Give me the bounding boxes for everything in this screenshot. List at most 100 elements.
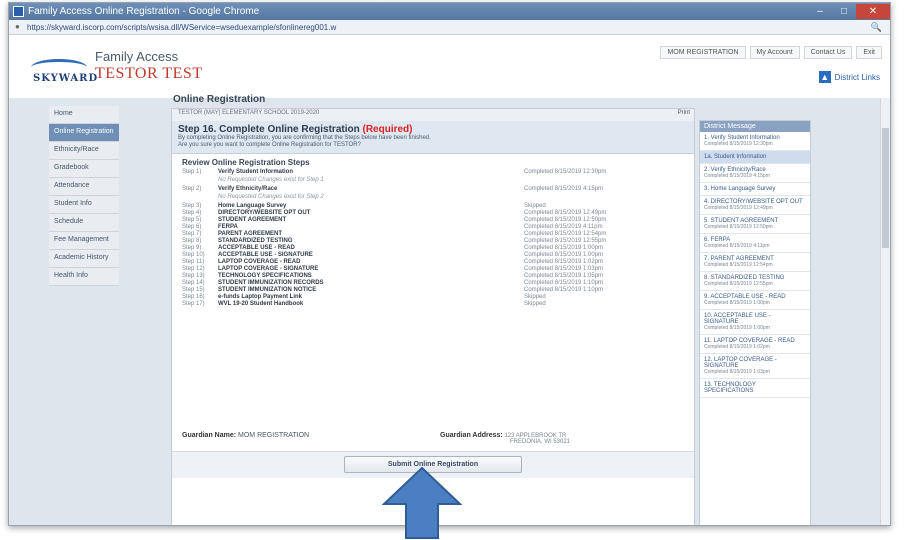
- sidebar-item-online-registration[interactable]: Online Registration: [49, 124, 119, 142]
- step-row[interactable]: Step 17) WVL 19-20 Student Handbook Skippe…: [182, 301, 684, 308]
- step-row[interactable]: Step 1) Verify Student Information Complet…: [182, 169, 684, 176]
- step-name[interactable]: ACCEPTABLE USE - READ: [218, 245, 524, 252]
- school-line: TESTOR (MAY) ELEMENTARY SCHOOL 2019-2020: [178, 110, 320, 116]
- steps-sidebar-item[interactable]: 10. ACCEPTABLE USE - SIGNATURE Completed …: [700, 310, 810, 335]
- step-row[interactable]: Step 7) PARENT AGREEMENT Completed 8/15/20…: [182, 231, 684, 238]
- step-number: Step 11): [182, 259, 205, 265]
- step-number: Step 9): [182, 245, 202, 251]
- print-link[interactable]: Print: [678, 110, 690, 116]
- steps-sidebar-item[interactable]: 1. Verify Student Information Completed 8…: [700, 132, 810, 151]
- top-nav-my-account[interactable]: My Account: [749, 46, 800, 59]
- sidebar-item-attendance[interactable]: Attendance: [49, 178, 119, 196]
- step-status: Skipped: [524, 203, 546, 209]
- page-title: Online Registration: [173, 94, 266, 105]
- step-name[interactable]: STUDENT AGREEMENT: [218, 217, 524, 224]
- lock-icon: ●: [15, 22, 20, 31]
- step-name[interactable]: LAPTOP COVERAGE - READ: [218, 259, 524, 266]
- steps-sidebar-item[interactable]: 11. LAPTOP COVERAGE - READ Completed 8/15…: [700, 335, 810, 354]
- close-button[interactable]: ✕: [856, 4, 890, 19]
- steps-sidebar-item-label: 12. LAPTOP COVERAGE - SIGNATURE: [704, 357, 777, 369]
- step-number: Step 15): [182, 287, 205, 293]
- top-nav-account-name[interactable]: MOM REGISTRATION: [660, 46, 746, 59]
- top-nav-exit[interactable]: Exit: [856, 46, 882, 59]
- sidebar-item-academic-history[interactable]: Academic History: [49, 250, 119, 268]
- step-row[interactable]: Step 5) STUDENT AGREEMENT Completed 8/15/2…: [182, 217, 684, 224]
- skyward-logo: SKYWARD: [31, 59, 97, 89]
- steps-sidebar-item[interactable]: 9. ACCEPTABLE USE - READ Completed 8/15/2…: [700, 291, 810, 310]
- step-row[interactable]: Step 2) Verify Ethnicity/Race Completed 8/…: [182, 186, 684, 193]
- step-row[interactable]: Step 15) STUDENT IMMUNIZATION NOTICE Compl…: [182, 287, 684, 294]
- step-row[interactable]: Step 13) TECHNOLOGY SPECIFICATIONS Complet…: [182, 273, 684, 280]
- page-scrollbar[interactable]: [880, 98, 890, 525]
- step-status: Completed 8/15/2019 1:10pm: [524, 280, 604, 286]
- district-message-header[interactable]: District Message: [700, 121, 810, 132]
- steps-sidebar-item[interactable]: 1a. Student Information: [700, 151, 810, 164]
- steps-sidebar-item[interactable]: 7. PARENT AGREEMENT Completed 8/15/2019 1…: [700, 253, 810, 272]
- step-status: Completed 8/15/2019 12:30pm: [524, 169, 607, 175]
- sidebar-item-ethnicity-race[interactable]: Ethnicity/Race: [49, 142, 119, 160]
- step-name[interactable]: Home Language Survey: [218, 203, 524, 210]
- steps-sidebar-item-status: Completed 8/15/2019 12:54pm: [704, 262, 773, 268]
- registration-panel: TESTOR (MAY) ELEMENTARY SCHOOL 2019-2020…: [171, 108, 695, 525]
- step-row[interactable]: Step 3) Home Language Survey Skipped: [182, 203, 684, 210]
- scrollbar-thumb[interactable]: [882, 128, 889, 248]
- step-name[interactable]: PARENT AGREEMENT: [218, 231, 524, 238]
- step-name[interactable]: FERPA: [218, 224, 524, 231]
- step-row[interactable]: Step 10) ACCEPTABLE USE - SIGNATURE Comple…: [182, 252, 684, 259]
- step-name[interactable]: e-funds Laptop Payment Link: [218, 294, 524, 301]
- step-row[interactable]: Step 16) e-funds Laptop Payment Link Skipp…: [182, 294, 684, 301]
- steps-sidebar-item-label: 3. Home Language Survey: [704, 186, 776, 192]
- steps-sidebar-item-status: Completed 8/15/2019 1:02pm: [704, 344, 770, 350]
- step-name[interactable]: ACCEPTABLE USE - SIGNATURE: [218, 252, 524, 259]
- address-bar[interactable]: ● https://skyward.iscorp.com/scripts/wsi…: [9, 20, 890, 35]
- sidebar-item-gradebook[interactable]: Gradebook: [49, 160, 119, 178]
- steps-sidebar-item[interactable]: 13. TECHNOLOGY SPECIFICATIONS: [700, 379, 810, 398]
- sidebar-item-schedule[interactable]: Schedule: [49, 214, 119, 232]
- steps-sidebar-item-status: Completed 8/15/2019 4:15pm: [704, 173, 770, 179]
- step-row[interactable]: Step 4) DIRECTORY/WEBSITE OPT OUT Complete…: [182, 210, 684, 217]
- step-status: Completed 8/15/2019 12:49pm: [524, 210, 607, 216]
- sidebar-item-fee-management[interactable]: Fee Management: [49, 232, 119, 250]
- steps-sidebar-item[interactable]: 12. LAPTOP COVERAGE - SIGNATURE Completed…: [700, 354, 810, 379]
- step-name[interactable]: WVL 19-20 Student Handbook: [218, 301, 524, 308]
- guardian-address-2: FREDONIA, WI 53021: [510, 439, 571, 445]
- step-name[interactable]: DIRECTORY/WEBSITE OPT OUT: [218, 210, 524, 217]
- step-name[interactable]: Verify Student Information: [218, 169, 524, 176]
- steps-sidebar-item-label: 10. ACCEPTABLE USE - SIGNATURE: [704, 313, 771, 325]
- step-name[interactable]: Verify Ethnicity/Race: [218, 186, 524, 193]
- steps-sidebar-item[interactable]: 4. DIRECTORY/WEBSITE OPT OUT Completed 8/…: [700, 196, 810, 215]
- zoom-icon[interactable]: 🔍: [871, 22, 882, 33]
- steps-sidebar-item[interactable]: 2. Verify Ethnicity/Race Completed 8/15/2…: [700, 164, 810, 183]
- step-name[interactable]: STUDENT IMMUNIZATION NOTICE: [218, 287, 524, 294]
- step-row[interactable]: Step 14) STUDENT IMMUNIZATION RECORDS Comp…: [182, 280, 684, 287]
- steps-sidebar-item[interactable]: 8. STANDARDIZED TESTING Completed 8/15/20…: [700, 272, 810, 291]
- step-row[interactable]: Step 8) STANDARDIZED TESTING Completed 8/1…: [182, 238, 684, 245]
- step-status: Completed 8/15/2019 1:03pm: [524, 266, 604, 272]
- sidebar-item-health-info[interactable]: Health Info: [49, 268, 119, 286]
- district-links-label: District Links: [834, 72, 880, 82]
- step-row[interactable]: Step 11) LAPTOP COVERAGE - READ Completed …: [182, 259, 684, 266]
- step-name[interactable]: TECHNOLOGY SPECIFICATIONS: [218, 273, 524, 280]
- url-text[interactable]: https://skyward.iscorp.com/scripts/wsisa…: [27, 23, 727, 32]
- step-number: Step 12): [182, 266, 205, 272]
- district-links[interactable]: ▲ District Links: [818, 71, 880, 83]
- step-name[interactable]: STUDENT IMMUNIZATION RECORDS: [218, 280, 524, 287]
- steps-sidebar-item[interactable]: 6. FERPA Completed 8/15/2019 4:11pm: [700, 234, 810, 253]
- guardian-address-label: Guardian Address:: [440, 432, 503, 439]
- step-name[interactable]: LAPTOP COVERAGE - SIGNATURE: [218, 266, 524, 273]
- steps-sidebar-item[interactable]: 5. STUDENT AGREEMENT Completed 8/15/2019 …: [700, 215, 810, 234]
- step-number: Step 10): [182, 252, 205, 258]
- sidebar-item-home[interactable]: Home: [49, 106, 119, 124]
- top-nav: MOM REGISTRATION My Account Contact Us E…: [660, 46, 882, 59]
- steps-sidebar-item[interactable]: 3. Home Language Survey: [700, 183, 810, 196]
- maximize-button[interactable]: □: [832, 4, 856, 19]
- window-controls: – □ ✕: [808, 3, 890, 20]
- step-row[interactable]: Step 12) LAPTOP COVERAGE - SIGNATURE Compl…: [182, 266, 684, 273]
- step-row[interactable]: Step 6) FERPA Completed 8/15/2019 4:11pm: [182, 224, 684, 231]
- sidebar-item-student-info[interactable]: Student Info: [49, 196, 119, 214]
- step-row[interactable]: Step 9) ACCEPTABLE USE - READ Completed 8/…: [182, 245, 684, 252]
- minimize-button[interactable]: –: [808, 4, 832, 19]
- step-name[interactable]: STANDARDIZED TESTING: [218, 238, 524, 245]
- top-nav-contact-us[interactable]: Contact Us: [803, 46, 853, 59]
- browser-window: Family Access Online Registration - Goog…: [8, 2, 891, 526]
